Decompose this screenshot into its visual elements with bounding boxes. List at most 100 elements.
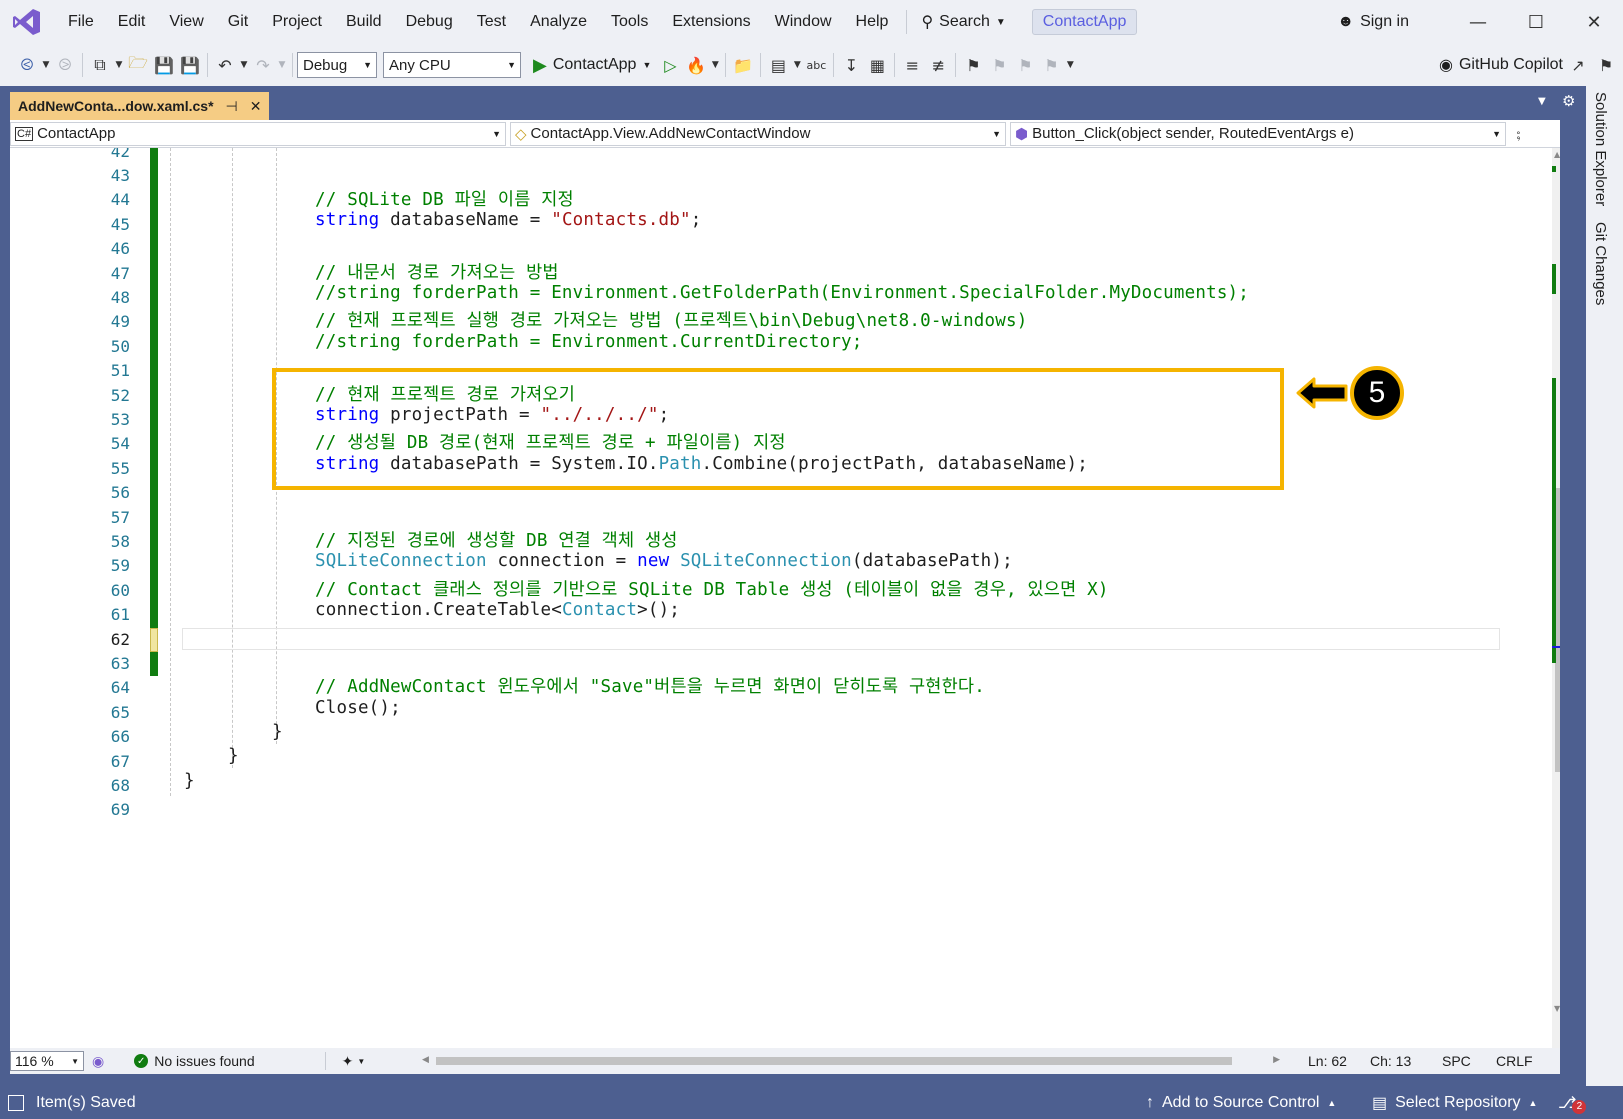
scroll-down-arrow[interactable]: ▼: [1554, 1004, 1560, 1013]
scroll-left-arrow[interactable]: ◀: [422, 1054, 429, 1065]
dropdown-icon[interactable]: ▼: [40, 52, 52, 78]
dropdown-icon[interactable]: ▼: [791, 52, 803, 78]
notifications-button[interactable]: ⎇ 2: [1558, 1092, 1587, 1114]
chevron-down-icon: ▼: [507, 60, 516, 70]
search-button[interactable]: ⚲ Search ▼: [913, 12, 1013, 32]
code-line-66: }: [272, 722, 283, 742]
menu-git[interactable]: Git: [216, 0, 260, 44]
project-dropdown-label: ContactApp: [37, 125, 116, 142]
tab-solution-explorer[interactable]: Solution Explorer: [1592, 92, 1609, 206]
start-debugging-button[interactable]: ▶ ContactApp ▼: [533, 55, 651, 76]
toolbar-overflow-icon[interactable]: ▼: [1064, 52, 1076, 78]
add-to-source-control-button[interactable]: ↑ Add to Source Control ▲: [1146, 1094, 1336, 1112]
horizontal-scrollbar[interactable]: ◀ ▶: [422, 1054, 1280, 1068]
gear-icon[interactable]: ⚙: [1562, 92, 1575, 110]
dropdown-icon[interactable]: ▼: [113, 52, 125, 78]
start-without-debugging-icon[interactable]: ▷: [657, 52, 683, 78]
menu-tools[interactable]: Tools: [599, 0, 660, 44]
line-number: 67: [110, 752, 130, 771]
comment-text: // 현재 프로젝트 실행 경로 가져오는 방법 (프로젝트\bin\Debug…: [315, 311, 1028, 331]
save-icon[interactable]: 💾: [151, 52, 177, 78]
minimize-button[interactable]: —: [1449, 12, 1507, 33]
menu-window[interactable]: Window: [763, 0, 844, 44]
bookmark-icon[interactable]: ⚑: [960, 52, 986, 78]
copilot-status-icon[interactable]: ◉: [92, 1053, 104, 1070]
menu-test[interactable]: Test: [465, 0, 518, 44]
save-all-icon[interactable]: 💾: [177, 52, 203, 78]
menu-project[interactable]: Project: [260, 0, 334, 44]
arrow-up-icon: ↑: [1146, 1093, 1154, 1111]
scroll-thumb[interactable]: [436, 1057, 1232, 1065]
comment-lines-icon[interactable]: ≡: [899, 52, 925, 78]
menu-analyze[interactable]: Analyze: [518, 0, 599, 44]
document-tab-row: AddNewConta...dow.xaml.cs* ⊣ ✕ ▼ ⚙: [0, 86, 1586, 120]
maximize-button[interactable]: ☐: [1507, 12, 1565, 33]
menu-extensions[interactable]: Extensions: [660, 0, 762, 44]
code-text: Close();: [315, 698, 401, 718]
solution-config-select[interactable]: Debug ▼: [297, 52, 377, 78]
column-indicator[interactable]: Ch: 13: [1370, 1053, 1411, 1069]
line-ending-indicator[interactable]: CRLF: [1496, 1053, 1533, 1069]
close-icon[interactable]: ✕: [250, 98, 262, 115]
menu-edit[interactable]: Edit: [106, 0, 158, 44]
type-dropdown[interactable]: ◇ ContactApp.View.AddNewContactWindow ▼: [510, 121, 1006, 146]
platform-select[interactable]: Any CPU ▼: [383, 52, 521, 78]
vertical-scrollbar[interactable]: ▲ ▼: [1552, 148, 1560, 1048]
split-window-icon[interactable]: ⨟: [1516, 124, 1521, 144]
menu-debug[interactable]: Debug: [394, 0, 465, 44]
zoom-select[interactable]: 116 % ▼: [10, 1051, 84, 1071]
status-bar: Item(s) Saved ↑ Add to Source Control ▲ …: [0, 1086, 1623, 1119]
undo-icon[interactable]: ↶: [212, 52, 238, 78]
chevron-down-icon[interactable]: ▼: [357, 1057, 365, 1066]
scroll-up-arrow[interactable]: ▲: [1554, 150, 1560, 159]
code-map-icon[interactable]: ▦: [864, 52, 890, 78]
tab-overflow-icon[interactable]: ▼: [1538, 96, 1546, 107]
project-dropdown[interactable]: C# ContactApp ▼: [10, 121, 506, 146]
sign-in-button[interactable]: ☻ Sign in: [1337, 13, 1409, 31]
share-icon[interactable]: ↗: [1565, 52, 1591, 78]
tab-git-changes[interactable]: Git Changes: [1592, 222, 1609, 305]
code-cleanup-icon[interactable]: ✦: [342, 1053, 354, 1070]
menu-file[interactable]: File: [56, 0, 106, 44]
code-editor[interactable]: 42 43 44 45 46 47 48 49 50 51 52 53 54 5…: [10, 148, 1560, 1048]
change-overview: [1552, 264, 1556, 294]
forward-icon[interactable]: ⧁: [52, 52, 78, 78]
solution-folder-icon[interactable]: 📁: [730, 52, 756, 78]
uncomment-lines-icon[interactable]: ≢: [925, 52, 951, 78]
new-project-icon[interactable]: ⧉: [87, 52, 113, 78]
clear-bookmarks-icon[interactable]: ⚑: [1038, 52, 1064, 78]
feedback-icon[interactable]: ⚑: [1593, 52, 1619, 78]
menu-build[interactable]: Build: [334, 0, 394, 44]
line-number: 45: [110, 215, 130, 234]
dropdown-icon[interactable]: ▼: [238, 52, 250, 78]
window-layout-icon[interactable]: ▤: [765, 52, 791, 78]
back-icon[interactable]: ⧀: [14, 52, 40, 78]
close-button[interactable]: ✕: [1565, 12, 1623, 33]
dropdown-icon[interactable]: ▼: [709, 52, 721, 78]
change-marker-saved: [150, 652, 158, 676]
whitespace-indicator[interactable]: SPC: [1442, 1053, 1471, 1069]
next-bookmark-icon[interactable]: ⚑: [1012, 52, 1038, 78]
prev-bookmark-icon[interactable]: ⚑: [986, 52, 1012, 78]
dropdown-icon[interactable]: ▼: [276, 52, 288, 78]
step-number-badge: 5: [1350, 366, 1404, 420]
step-into-icon[interactable]: ↧: [838, 52, 864, 78]
spell-check-icon[interactable]: abc: [803, 52, 829, 78]
line-indicator[interactable]: Ln: 62: [1308, 1053, 1347, 1069]
menu-help[interactable]: Help: [844, 0, 901, 44]
issues-status[interactable]: No issues found: [154, 1053, 254, 1069]
github-copilot-button[interactable]: ◉ GitHub Copilot: [1439, 44, 1563, 86]
line-number: 63: [110, 654, 130, 673]
pin-icon[interactable]: ⊣: [226, 98, 238, 115]
code-text: ;: [690, 210, 702, 230]
menu-view[interactable]: View: [157, 0, 215, 44]
scroll-right-arrow[interactable]: ▶: [1273, 1054, 1280, 1065]
member-dropdown[interactable]: ⬢ Button_Click(object sender, RoutedEven…: [1010, 121, 1506, 146]
code-line-61: connection.CreateTable<Contact>();: [315, 600, 680, 620]
open-folder-icon[interactable]: 🗁: [125, 52, 151, 78]
select-repository-button[interactable]: ▤ Select Repository ▲: [1372, 1093, 1537, 1113]
document-tab-active[interactable]: AddNewConta...dow.xaml.cs* ⊣ ✕: [10, 92, 270, 120]
redo-icon[interactable]: ↷: [250, 52, 276, 78]
hot-reload-icon[interactable]: 🔥: [683, 52, 709, 78]
